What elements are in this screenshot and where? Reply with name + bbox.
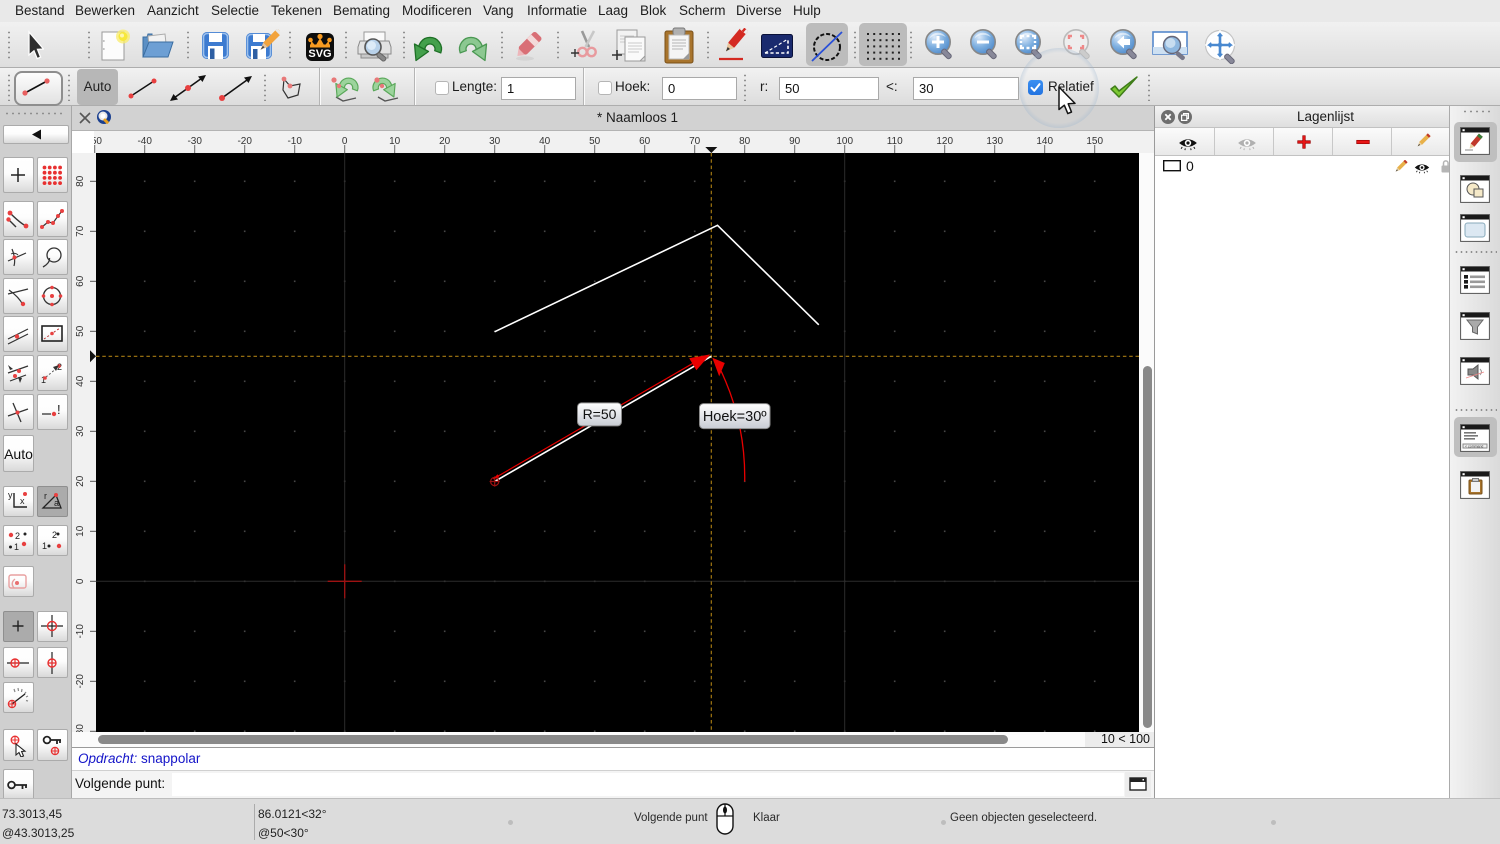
svg-text:-20: -20 <box>75 674 86 689</box>
svg-text:!: ! <box>57 402 61 417</box>
svg-text:2: 2 <box>52 530 57 540</box>
svg-text:70: 70 <box>75 225 86 237</box>
svg-text:80: 80 <box>75 175 86 187</box>
svg-text:x: x <box>20 496 25 506</box>
svg-text:-10: -10 <box>75 624 86 639</box>
svg-text:1: 1 <box>14 542 19 552</box>
svg-text:20: 20 <box>75 475 86 487</box>
svg-text:-50: -50 <box>94 136 102 147</box>
svg-text:SVG: SVG <box>308 48 331 60</box>
svg-text:-30: -30 <box>75 724 86 732</box>
svg-text:R=50: R=50 <box>583 406 617 422</box>
svg-text:a: a <box>54 498 59 508</box>
svg-text:y: y <box>8 490 13 500</box>
svg-text:< command: < command <box>1465 444 1483 448</box>
svg-text:0: 0 <box>75 578 86 584</box>
svg-text:1: 1 <box>42 541 47 551</box>
svg-text:40: 40 <box>75 375 86 387</box>
svg-text:30: 30 <box>75 425 86 437</box>
svg-text:50: 50 <box>75 325 86 337</box>
svg-text:10: 10 <box>75 525 86 537</box>
svg-text:r: r <box>44 491 47 501</box>
svg-text:60: 60 <box>75 275 86 287</box>
svg-text:Hoek=30º: Hoek=30º <box>703 409 767 425</box>
svg-text:2: 2 <box>15 531 20 541</box>
